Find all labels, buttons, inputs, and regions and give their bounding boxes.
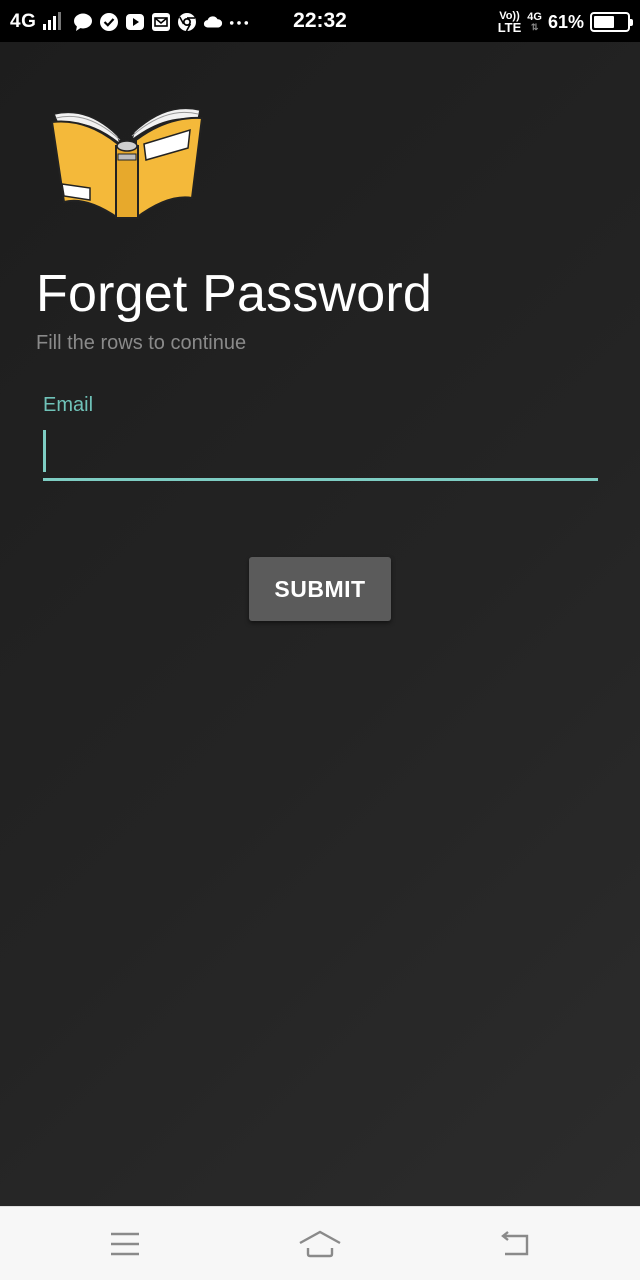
menu-icon[interactable] <box>95 1224 155 1264</box>
volte-indicator: Vo)) LTE <box>497 9 522 35</box>
text-caret <box>43 430 46 472</box>
data-arrows-icon: ⇅ <box>530 22 539 32</box>
status-bar: 4G 22:32 Vo)) LTE 4G ⇅ 61% <box>0 0 640 42</box>
page-subtitle: Fill the rows to continue <box>36 332 247 354</box>
home-icon[interactable] <box>290 1224 350 1264</box>
email-field[interactable] <box>43 425 598 481</box>
battery-fill <box>594 16 614 28</box>
book-logo-icon <box>48 100 208 220</box>
forget-password-screen: Forget Password Fill the rows to continu… <box>0 42 640 1206</box>
submit-button[interactable]: SUBMIT <box>249 557 391 621</box>
mobile-data-indicator: 4G ⇅ <box>527 12 542 32</box>
page-title: Forget Password <box>36 265 433 323</box>
email-label: Email <box>43 394 94 416</box>
volte-bottom: LTE <box>497 19 522 35</box>
status-right: Vo)) LTE 4G ⇅ 61% <box>497 8 633 36</box>
navigation-bar <box>0 1206 640 1280</box>
back-icon[interactable] <box>485 1224 545 1264</box>
battery-percent: 61% <box>547 11 584 32</box>
battery-icon <box>590 12 633 32</box>
volte-top: Vo)) <box>499 9 520 22</box>
